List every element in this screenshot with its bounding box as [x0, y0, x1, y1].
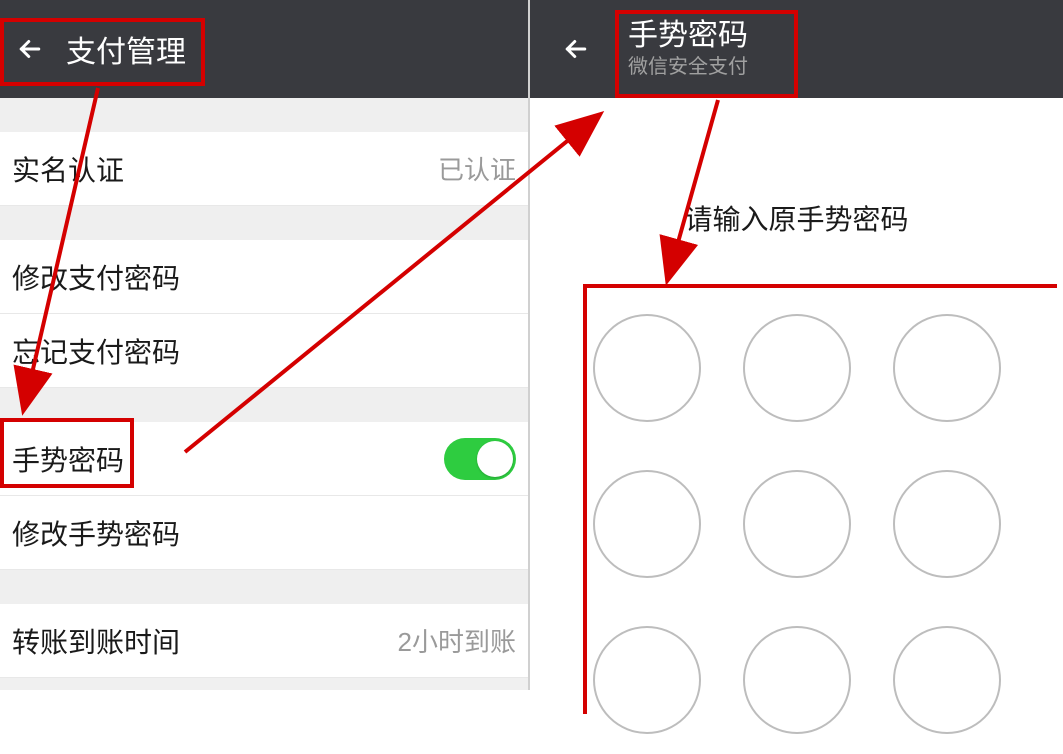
- pattern-dot-2[interactable]: [743, 314, 851, 422]
- payment-management-screen: 支付管理 实名认证 已认证 修改支付密码 忘记支付密码 手势密码: [0, 0, 530, 690]
- gesture-toggle[interactable]: [444, 438, 516, 480]
- header-left: 支付管理: [0, 0, 528, 98]
- list-gap: [0, 98, 528, 132]
- item-value: 2小时到账: [398, 622, 516, 659]
- gesture-prompt: 请输入原手势密码: [530, 198, 1063, 238]
- list-gap: [0, 570, 528, 604]
- settings-list: 实名认证 已认证 修改支付密码 忘记支付密码 手势密码 修改手势密码: [0, 98, 528, 678]
- header-right: 手势密码 微信安全支付: [530, 0, 1063, 98]
- page-subtitle: 微信安全支付: [628, 54, 748, 80]
- item-transfer-arrival-time[interactable]: 转账到账时间 2小时到账: [0, 604, 528, 678]
- pattern-dot-4[interactable]: [593, 470, 701, 578]
- item-gesture-password[interactable]: 手势密码: [0, 422, 528, 496]
- item-label: 转账到账时间: [12, 621, 180, 661]
- item-label: 手势密码: [12, 439, 124, 479]
- gesture-password-screen: 手势密码 微信安全支付 请输入原手势密码: [530, 0, 1063, 690]
- item-label: 修改手势密码: [12, 513, 180, 553]
- back-icon[interactable]: [554, 27, 598, 71]
- item-label: 忘记支付密码: [12, 331, 180, 371]
- pattern-dot-1[interactable]: [593, 314, 701, 422]
- item-change-pay-password[interactable]: 修改支付密码: [0, 240, 528, 314]
- pattern-dot-5[interactable]: [743, 470, 851, 578]
- toggle-knob: [477, 441, 513, 477]
- pattern-lock-grid[interactable]: [562, 298, 1032, 754]
- page-title: 支付管理: [66, 27, 186, 71]
- pattern-dot-6[interactable]: [893, 470, 1001, 578]
- item-change-gesture-password[interactable]: 修改手势密码: [0, 496, 528, 570]
- item-value: 已认证: [438, 150, 516, 187]
- item-identity-verify[interactable]: 实名认证 已认证: [0, 132, 528, 206]
- title-group: 手势密码 微信安全支付: [628, 18, 748, 80]
- item-label: 实名认证: [12, 149, 124, 189]
- item-label: 修改支付密码: [12, 257, 180, 297]
- pattern-dot-3[interactable]: [893, 314, 1001, 422]
- page-title: 手势密码: [628, 18, 748, 54]
- list-gap: [0, 206, 528, 240]
- item-forgot-pay-password[interactable]: 忘记支付密码: [0, 314, 528, 388]
- list-gap: [0, 388, 528, 422]
- back-icon[interactable]: [8, 27, 52, 71]
